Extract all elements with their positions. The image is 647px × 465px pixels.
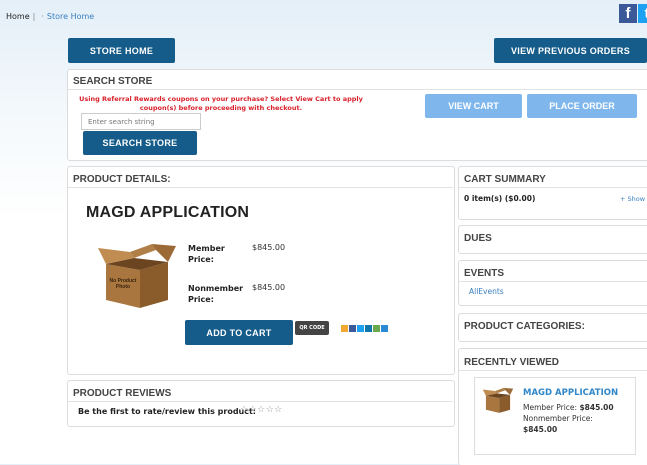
- divider: [68, 187, 453, 188]
- member-label-line: Member: [188, 244, 225, 253]
- referral-notice: Using Referral Rewards coupons on your p…: [78, 95, 364, 113]
- cart-show-link[interactable]: + Show: [620, 195, 645, 203]
- view-previous-orders-button[interactable]: VIEW PREVIOUS ORDERS: [494, 38, 647, 63]
- recently-viewed-title: RECENTLY VIEWED: [464, 357, 560, 368]
- breadcrumb: Home | · Store Home: [6, 12, 94, 21]
- member-label-line: Price:: [188, 255, 214, 264]
- facebook-icon[interactable]: f: [619, 4, 637, 23]
- divider: [459, 281, 647, 282]
- cart-summary-title: CART SUMMARY: [464, 174, 546, 185]
- product-name: MAGD APPLICATION: [86, 204, 250, 221]
- product-reviews-title: PRODUCT REVIEWS: [73, 388, 172, 399]
- recent-member-price: $845.00: [579, 403, 614, 412]
- store-home-button[interactable]: STORE HOME: [68, 38, 175, 63]
- review-prompt: Be the first to rate/review this product…: [78, 407, 256, 416]
- dues-title[interactable]: DUES: [464, 233, 492, 244]
- share-icons: [341, 325, 389, 333]
- twitter-share-icon[interactable]: [357, 325, 364, 332]
- divider: [68, 89, 647, 90]
- all-events-link[interactable]: AllEvents: [469, 287, 504, 296]
- recent-product-prices: Member Price: $845.00 Nonmember Price: $…: [523, 402, 614, 435]
- place-order-button[interactable]: PLACE ORDER: [527, 94, 637, 118]
- search-store-title: SEARCH STORE: [73, 76, 153, 87]
- product-image: No Product Photo: [96, 240, 178, 310]
- product-categories-title[interactable]: PRODUCT CATEGORIES:: [464, 321, 585, 332]
- divider: [459, 187, 647, 188]
- search-store-button[interactable]: SEARCH STORE: [83, 131, 197, 155]
- rating-stars-icon[interactable]: ☆☆☆☆☆: [240, 405, 283, 415]
- events-title: EVENTS: [464, 268, 505, 279]
- events-panel: [458, 260, 647, 306]
- nonmember-label-line: Nonmember: [188, 284, 244, 293]
- cart-items-summary: 0 item(s) ($0.00): [464, 194, 536, 203]
- view-cart-button[interactable]: VIEW CART: [425, 94, 522, 118]
- nonmember-price-label: Nonmember Price:: [188, 283, 243, 305]
- breadcrumb-store-home-link[interactable]: Store Home: [47, 12, 94, 21]
- nonmember-label-line: Price:: [188, 295, 214, 304]
- divider: [459, 370, 647, 371]
- referral-notice-line: coupon(s) before proceeding with checkou…: [139, 104, 303, 112]
- twitter-icon[interactable]: t: [638, 4, 647, 23]
- recent-product-name-link[interactable]: MAGD APPLICATION: [523, 388, 618, 398]
- email-share-icon[interactable]: [341, 325, 348, 332]
- svg-text:Photo: Photo: [116, 284, 130, 290]
- product-details-title: PRODUCT DETAILS:: [73, 174, 171, 185]
- breadcrumb-separator: |: [32, 12, 36, 21]
- recent-nonmember-label: Nonmember Price:: [523, 414, 593, 423]
- linkedin-share-icon[interactable]: [365, 325, 372, 332]
- recent-product-image: [482, 385, 514, 415]
- cardboard-box-icon: [482, 387, 514, 413]
- cardboard-box-icon: No Product Photo: [98, 244, 176, 308]
- social-share-icon[interactable]: [373, 325, 380, 332]
- more-share-icon[interactable]: [381, 325, 388, 332]
- breadcrumb-home-link[interactable]: Home: [6, 12, 30, 21]
- recent-nonmember-price: $845.00: [523, 425, 558, 434]
- facebook-share-icon[interactable]: [349, 325, 356, 332]
- recent-member-label: Member Price:: [523, 403, 578, 412]
- divider: [68, 401, 453, 402]
- breadcrumb-separator: ·: [41, 12, 44, 21]
- search-input[interactable]: Enter search string: [81, 113, 201, 130]
- add-to-cart-button[interactable]: ADD TO CART: [185, 320, 293, 345]
- nonmember-price-value: $845.00: [252, 283, 286, 292]
- member-price-value: $845.00: [252, 243, 286, 252]
- referral-notice-line: Using Referral Rewards coupons on your p…: [79, 95, 363, 103]
- qr-code-badge[interactable]: QR CODE: [295, 321, 329, 335]
- member-price-label: Member Price:: [188, 243, 225, 265]
